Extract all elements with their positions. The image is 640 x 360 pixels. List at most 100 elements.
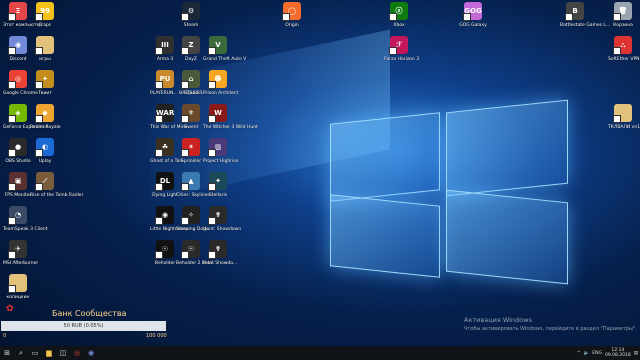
tray-lang[interactable]: ENG (592, 351, 602, 356)
desktop-icon[interactable]: W The Witcher 3 Wild Hunt (203, 104, 258, 130)
shortcut-arrow-icon (463, 13, 471, 21)
desktop-icon[interactable]: ◔ TeamSpeak 3 Client (3, 206, 48, 232)
desktop-icon[interactable]: GOG GOG Galaxy (458, 2, 488, 28)
desktop-icon[interactable]: ☻ Prison Architect (203, 70, 239, 96)
app-icon: ☻ (208, 70, 227, 89)
shortcut-arrow-icon (208, 81, 216, 89)
shortcut-arrow-icon (35, 183, 43, 191)
desktop-icon-label: Steam (183, 23, 199, 28)
bank-min-label: 0 (3, 333, 7, 339)
desktop-icon[interactable]: ℱ Forza Horizon 3 (384, 36, 419, 62)
notifications-icon[interactable]: ▤ (634, 351, 638, 356)
shortcut-arrow-icon (389, 47, 397, 55)
desktop-icon[interactable]: ◆ Realm Royale (30, 104, 61, 130)
desktop-icon[interactable]: ● OBS Studio (3, 138, 33, 164)
shortcut-arrow-icon (389, 13, 397, 21)
store-icon[interactable]: ◫ (56, 346, 70, 360)
app-icon: ⌂ (181, 70, 200, 89)
task-view-icon[interactable]: ▭ (28, 346, 42, 360)
tray-chevron-icon[interactable]: ^ (577, 351, 581, 356)
shortcut-arrow-icon (35, 149, 43, 157)
desktop-icon[interactable]: ⚙ Steam (176, 2, 206, 28)
desktop-icon[interactable]: ⌂ Squad (176, 70, 206, 96)
shortcut-arrow-icon (181, 13, 189, 21)
desktop-icon[interactable]: ⟋ Rise of the Tomb Raider (30, 172, 83, 198)
desktop-icon[interactable]: ◈ GeForce Experience (3, 104, 48, 130)
app-icon: ◯ (282, 2, 301, 21)
shortcut-arrow-icon (155, 251, 163, 259)
desktop-icon[interactable]: B Battlestate Games L... (560, 2, 610, 28)
app-icon: ◉ (8, 36, 27, 55)
desktop-icon[interactable]: ☉ Beholder 2 Beta (176, 240, 212, 266)
desktop-icon-label: Realm Royale (30, 125, 61, 130)
app-icon: ⚜ (181, 104, 200, 123)
shortcut-arrow-icon (155, 47, 163, 55)
desktop-icon[interactable]: ✟ Hunt: Showdown (203, 206, 241, 232)
chrome-icon[interactable]: ◎ (70, 346, 84, 360)
app-icon: B (565, 2, 584, 21)
bank-widget[interactable]: ✿ Банк Сообщества 50 RUB (0.05%) 0 100 0… (0, 300, 170, 340)
desktop-icon[interactable]: ✦ Stellaris (203, 172, 233, 198)
desktop-icon[interactable]: ◐ Uplay (30, 138, 60, 164)
desktop-icon[interactable]: ✟ Hunt Showdo... (203, 240, 237, 266)
desktop-icon[interactable]: ⚜ Gwent (176, 104, 206, 130)
shortcut-arrow-icon (181, 47, 189, 55)
app-icon: ✦ (208, 172, 227, 191)
shortcut-arrow-icon (208, 149, 216, 157)
bank-progress-text: 50 RUB (0.05%) (63, 323, 104, 329)
desktop-icon[interactable]: ТКЛВАЛИ vn115 e2... (608, 104, 640, 130)
desktop-icon-label: Prison Architect (203, 91, 239, 96)
explorer-icon[interactable]: ▆ (42, 346, 56, 360)
desktop-icon-label: Uplay (38, 159, 52, 164)
desktop-icon[interactable]: ✧ Sleeping Dogs (176, 206, 208, 232)
desktop-icon[interactable]: ✶ Sprinkler (176, 138, 206, 164)
desktop-icon[interactable]: ◎ Google Chrome (3, 70, 38, 96)
shortcut-arrow-icon (565, 13, 573, 21)
desktop-icon-label: Sprinkler (180, 159, 202, 164)
shortcut-arrow-icon (155, 217, 163, 225)
search-icon[interactable]: ⌕ (14, 346, 28, 360)
app-icon (613, 104, 632, 123)
desktop-icon[interactable]: Z DayZ (176, 36, 206, 62)
desktop-icon[interactable]: Ξ Этот компьютер (3, 2, 42, 28)
desktop-icon[interactable]: ◉ Discord (3, 36, 33, 62)
desktop-icon[interactable]: ▥ Project Highrise (203, 138, 238, 164)
clock[interactable]: 12:14 09.08.2018 (605, 348, 631, 358)
desktop-icon[interactable]: ⛬ SoftEther VPN Clie... (608, 36, 640, 62)
shortcut-arrow-icon (181, 149, 189, 157)
app-icon: ✈ (8, 240, 27, 259)
app-icon: ▥ (208, 138, 227, 157)
desktop-icon[interactable]: копицкин (3, 274, 33, 300)
shortcut-arrow-icon (613, 115, 621, 123)
start-button[interactable]: ⊞ (0, 346, 14, 360)
desktop-icon[interactable]: ⓧ Xbox (384, 2, 414, 28)
desktop-icon[interactable]: 🗑 Корзина (608, 2, 638, 28)
app-icon: ◔ (8, 206, 27, 225)
desktop-icon[interactable]: ◯ Origin (277, 2, 307, 28)
desktop-icon[interactable]: ✦ Твиит (30, 70, 60, 96)
app-icon: ☉ (155, 240, 174, 259)
shortcut-arrow-icon (181, 251, 189, 259)
desktop-icon[interactable]: 99 Fraps (30, 2, 60, 28)
desktop-icon-label: The Witcher 3 Wild Hunt (203, 125, 258, 130)
desktop-icon-label: Корзина (613, 23, 633, 28)
desktop-icon[interactable]: ▲ Cities: Skylines (176, 172, 210, 198)
desktop-icon-label: Squad (183, 91, 199, 96)
app-icon: ▣ (8, 172, 27, 191)
desktop-icon-label: Discord (9, 57, 27, 62)
desktop-icon-label: GOG Galaxy (459, 23, 487, 28)
desktop-icon[interactable]: игры (30, 36, 60, 62)
desktop-icon[interactable]: ▣ FPS Monitor (3, 172, 33, 198)
shortcut-arrow-icon (8, 81, 16, 89)
shortcut-arrow-icon (181, 81, 189, 89)
desktop-icon-label: DayZ (185, 57, 197, 62)
desktop-icon[interactable]: V Grand Theft Auto V (203, 36, 246, 62)
system-tray: ^ 🔈 ENG 12:14 09.08.2018 ▤ (577, 346, 638, 360)
volume-icon[interactable]: 🔈 (584, 351, 590, 356)
shortcut-arrow-icon (208, 183, 216, 191)
discord-taskbar-icon[interactable]: ◉ (84, 346, 98, 360)
desktop-icon[interactable]: ✈ MSI Afterburner (3, 240, 38, 266)
shortcut-arrow-icon (8, 47, 16, 55)
desktop-icon-label: Xbox (393, 23, 405, 28)
app-icon: GOG (463, 2, 482, 21)
